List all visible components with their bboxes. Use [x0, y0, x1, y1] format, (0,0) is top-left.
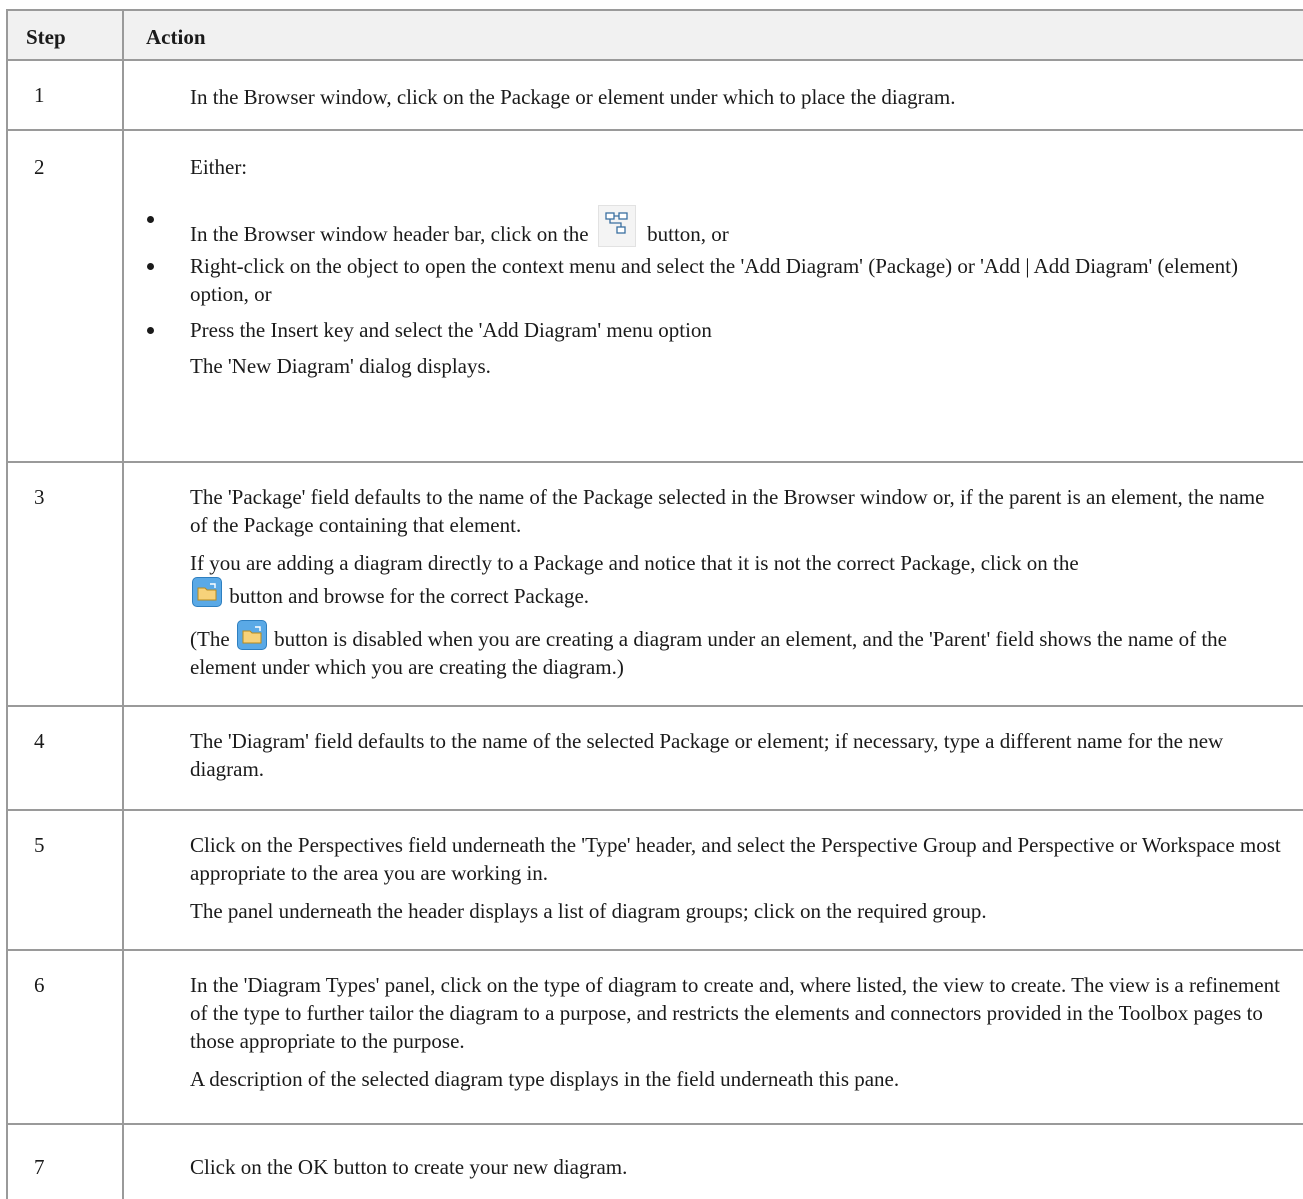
list-item: In the Browser window header bar, click … — [147, 205, 1285, 248]
bullet-text: Press the Insert key and select the 'Add… — [190, 318, 712, 342]
step-number: 1 — [34, 83, 45, 107]
step-content: Click on the Perspectives field undernea… — [190, 831, 1285, 935]
paragraph-text: button is disabled when you are creating… — [190, 627, 1228, 679]
bullet-text: button, or — [647, 222, 729, 246]
table-row: 1 In the Browser window, click on the Pa… — [8, 61, 1303, 131]
step-number: 4 — [34, 729, 45, 753]
step-content: Either: In the Browser window header bar… — [147, 153, 1285, 390]
browse-folder-icon — [192, 577, 222, 607]
column-divider — [122, 9, 124, 1199]
browse-folder-icon — [236, 620, 267, 650]
step-paragraph: If you are adding a diagram directly to … — [190, 549, 1285, 610]
step-paragraph: Click on the Perspectives field undernea… — [190, 833, 1281, 885]
paragraph-text: button and browse for the correct Packag… — [229, 584, 590, 608]
step-paragraph: The panel underneath the header displays… — [190, 899, 987, 923]
header-action: Action — [146, 25, 206, 49]
step-number: 6 — [34, 973, 45, 997]
paragraph-text: (The — [190, 627, 230, 651]
bullet — [147, 263, 154, 270]
step-number: 3 — [34, 485, 45, 509]
step-intro: Either: — [190, 155, 248, 179]
table-row: 3 The 'Package' field defaults to the na… — [8, 463, 1303, 707]
step-text: The 'Diagram' field defaults to the name… — [190, 729, 1224, 781]
step-content: The 'Package' field defaults to the name… — [190, 483, 1285, 691]
step-paragraph: The 'Package' field defaults to the name… — [190, 485, 1265, 537]
header-step: Step — [26, 25, 66, 49]
bullet-text: Right-click on the object to open the co… — [190, 254, 1239, 306]
step-paragraph: In the 'Diagram Types' panel, click on t… — [190, 973, 1280, 1053]
step-number: 2 — [34, 155, 45, 179]
table-header: Step Action — [8, 9, 1303, 61]
list-item: Press the Insert key and select the 'Add… — [147, 316, 1285, 344]
step-paragraph: (The button is disabled when you are cre… — [190, 620, 1285, 681]
list-item: Right-click on the object to open the co… — [147, 252, 1285, 308]
steps-table: Step Action 1 In the Browser window, cli… — [6, 9, 1303, 1199]
bullet — [147, 327, 154, 334]
paragraph-text: If you are adding a diagram directly to … — [190, 551, 1079, 575]
table-row: 6 In the 'Diagram Types' panel, click on… — [8, 951, 1303, 1125]
step-text: In the Browser window, click on the Pack… — [190, 85, 956, 109]
step-outro: The 'New Diagram' dialog displays. — [190, 354, 491, 378]
new-diagram-icon — [597, 205, 636, 247]
bullet — [147, 216, 154, 223]
bullet-text: In the Browser window header bar, click … — [190, 222, 589, 246]
step-content: In the 'Diagram Types' panel, click on t… — [190, 971, 1285, 1103]
table-row: 7 Click on the OK button to create your … — [8, 1125, 1303, 1199]
step-number: 7 — [34, 1155, 45, 1179]
table-row: 2 Either: In the Browser window header b… — [8, 131, 1303, 463]
step-paragraph: A description of the selected diagram ty… — [190, 1067, 900, 1091]
table-row: 4 The 'Diagram' field defaults to the na… — [8, 707, 1303, 811]
step-text: Click on the OK button to create your ne… — [190, 1155, 628, 1179]
step-number: 5 — [34, 833, 45, 857]
table-row: 5 Click on the Perspectives field undern… — [8, 811, 1303, 951]
